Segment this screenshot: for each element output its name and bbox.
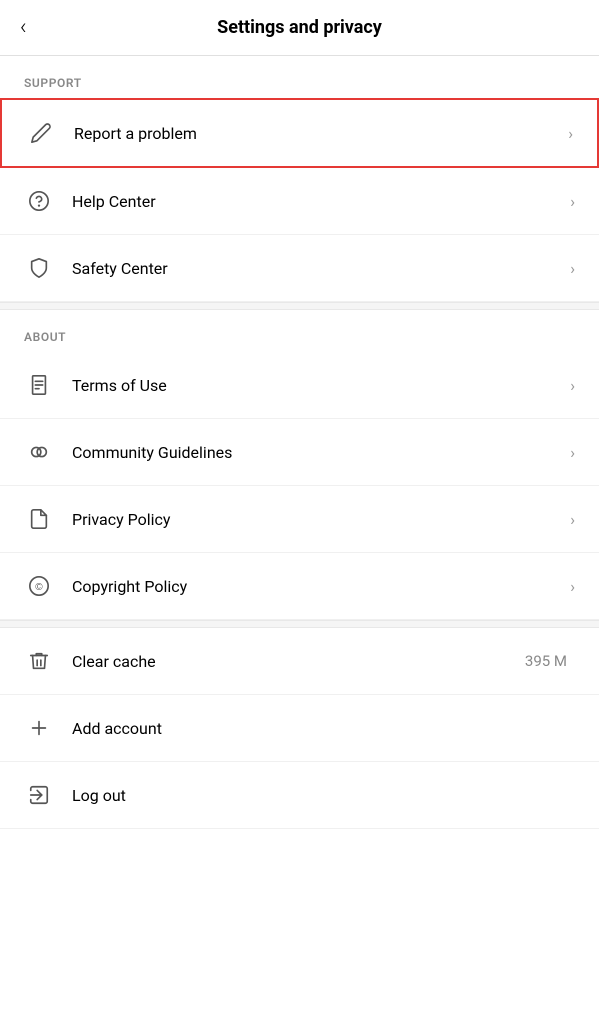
chevron-icon: › [570, 259, 575, 278]
header: ‹ Settings and privacy [0, 0, 599, 56]
cache-size-value: 395 M [525, 652, 567, 670]
trash-icon [24, 646, 54, 676]
section-about: ABOUT Terms of Use › Community Guideline… [0, 310, 599, 620]
section-support: SUPPORT Report a problem › Help Center › [0, 56, 599, 302]
help-icon [24, 186, 54, 216]
edit-icon [26, 118, 56, 148]
menu-item-privacy-policy[interactable]: Privacy Policy › [0, 486, 599, 553]
menu-item-add-account[interactable]: Add account [0, 695, 599, 762]
section-label-about: ABOUT [0, 310, 599, 352]
menu-item-community-guidelines[interactable]: Community Guidelines › [0, 419, 599, 486]
menu-item-label: Help Center [72, 192, 570, 211]
menu-item-safety-center[interactable]: Safety Center › [0, 235, 599, 302]
menu-item-label: Add account [72, 719, 575, 738]
menu-item-help-center[interactable]: Help Center › [0, 168, 599, 235]
logout-icon [24, 780, 54, 810]
chevron-icon: › [570, 376, 575, 395]
bottom-section: Clear cache 395 M Add account Log out [0, 628, 599, 829]
menu-item-label: Report a problem [74, 124, 568, 143]
rings-icon [24, 437, 54, 467]
section-divider-2 [0, 620, 599, 628]
menu-item-label: Safety Center [72, 259, 570, 278]
svg-text:©: © [35, 582, 43, 593]
back-button[interactable]: ‹ [20, 15, 27, 40]
file-icon [24, 504, 54, 534]
menu-item-report-problem[interactable]: Report a problem › [0, 98, 599, 168]
menu-item-label: Copyright Policy [72, 577, 570, 596]
document-icon [24, 370, 54, 400]
chevron-icon: › [568, 124, 573, 143]
section-divider [0, 302, 599, 310]
chevron-icon: › [570, 577, 575, 596]
menu-item-log-out[interactable]: Log out [0, 762, 599, 829]
menu-item-copyright-policy[interactable]: © Copyright Policy › [0, 553, 599, 620]
shield-icon [24, 253, 54, 283]
menu-item-terms-of-use[interactable]: Terms of Use › [0, 352, 599, 419]
menu-item-label: Terms of Use [72, 376, 570, 395]
menu-item-label: Privacy Policy [72, 510, 570, 529]
menu-item-clear-cache[interactable]: Clear cache 395 M [0, 628, 599, 695]
plus-icon [24, 713, 54, 743]
menu-item-label: Log out [72, 786, 575, 805]
copyright-icon: © [24, 571, 54, 601]
page-title: Settings and privacy [217, 17, 382, 38]
menu-item-label: Community Guidelines [72, 443, 570, 462]
menu-item-label: Clear cache [72, 652, 525, 671]
chevron-icon: › [570, 443, 575, 462]
chevron-icon: › [570, 510, 575, 529]
section-label-support: SUPPORT [0, 56, 599, 98]
chevron-icon: › [570, 192, 575, 211]
